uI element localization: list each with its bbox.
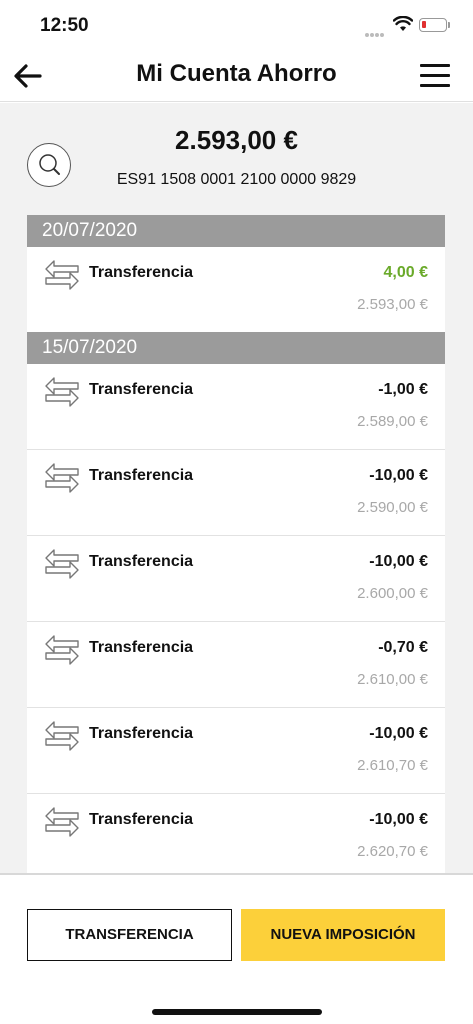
app-header: Mi Cuenta Ahorro <box>0 50 473 102</box>
date-header: 15/07/2020 <box>27 332 445 364</box>
transfer-arrows-icon <box>45 463 79 493</box>
wifi-icon <box>393 16 413 31</box>
movement-row[interactable]: Transferencia -10,00 € 2.600,00 € <box>27 536 445 622</box>
movement-row[interactable]: Transferencia -10,00 € 2.620,70 € <box>27 794 445 874</box>
transfer-arrows-icon <box>45 549 79 579</box>
transfer-arrows-icon <box>45 377 79 407</box>
signal-icon <box>365 24 385 42</box>
movement-label: Transferencia <box>89 725 194 742</box>
transfer-button[interactable]: TRANSFERENCIA <box>27 909 232 961</box>
movements-list: 20/07/2020 Transferencia 4,00 € 2.593,00… <box>27 215 445 874</box>
account-summary: 2.593,00 € ES91 1508 0001 2100 0000 9829 <box>0 103 473 215</box>
page-title: Mi Cuenta Ahorro <box>136 60 337 87</box>
bottom-action-bar: TRANSFERENCIA NUEVA IMPOSICIÓN <box>0 873 473 1024</box>
date-header: 20/07/2020 <box>27 215 445 247</box>
movement-amount: -10,00 € <box>369 467 428 484</box>
transfer-arrows-icon <box>45 721 79 751</box>
movement-label: Transferencia <box>89 811 194 828</box>
transfer-arrows-icon <box>45 260 79 290</box>
movement-amount: -1,00 € <box>378 381 428 398</box>
movement-label: Transferencia <box>89 264 194 281</box>
battery-icon <box>419 18 447 32</box>
movement-amount: -10,00 € <box>369 553 428 570</box>
movement-label: Transferencia <box>89 467 194 484</box>
movement-label: Transferencia <box>89 639 194 656</box>
battery-tip <box>448 22 450 28</box>
transfer-arrows-icon <box>45 635 79 665</box>
movement-label: Transferencia <box>89 553 194 570</box>
movement-balance: 2.600,00 € <box>357 585 428 602</box>
movement-label: Transferencia <box>89 381 194 398</box>
transfer-arrows-icon <box>45 807 79 837</box>
movement-balance: 2.620,70 € <box>357 843 428 860</box>
movement-balance: 2.589,00 € <box>357 413 428 430</box>
account-detail: 2.593,00 € ES91 1508 0001 2100 0000 9829… <box>0 103 473 874</box>
movement-balance: 2.610,70 € <box>357 757 428 774</box>
home-indicator[interactable] <box>152 1009 322 1015</box>
status-bar: 12:50 <box>0 0 473 50</box>
movement-amount: 4,00 € <box>383 264 428 281</box>
movement-balance: 2.610,00 € <box>357 671 428 688</box>
search-button[interactable] <box>27 143 71 187</box>
movement-amount: -10,00 € <box>369 811 428 828</box>
movement-balance: 2.590,00 € <box>357 499 428 516</box>
search-icon <box>39 154 60 175</box>
status-time: 12:50 <box>40 15 89 36</box>
movement-row[interactable]: Transferencia -1,00 € 2.589,00 € <box>27 364 445 450</box>
movement-row[interactable]: Transferencia 4,00 € 2.593,00 € <box>27 247 445 332</box>
movement-balance: 2.593,00 € <box>357 296 428 313</box>
hamburger-menu-icon[interactable] <box>420 64 450 88</box>
movement-amount: -0,70 € <box>378 639 428 656</box>
new-deposit-button[interactable]: NUEVA IMPOSICIÓN <box>241 909 445 961</box>
movement-row[interactable]: Transferencia -0,70 € 2.610,00 € <box>27 622 445 708</box>
movement-row[interactable]: Transferencia -10,00 € 2.590,00 € <box>27 450 445 536</box>
movement-amount: -10,00 € <box>369 725 428 742</box>
movement-row[interactable]: Transferencia -10,00 € 2.610,70 € <box>27 708 445 794</box>
